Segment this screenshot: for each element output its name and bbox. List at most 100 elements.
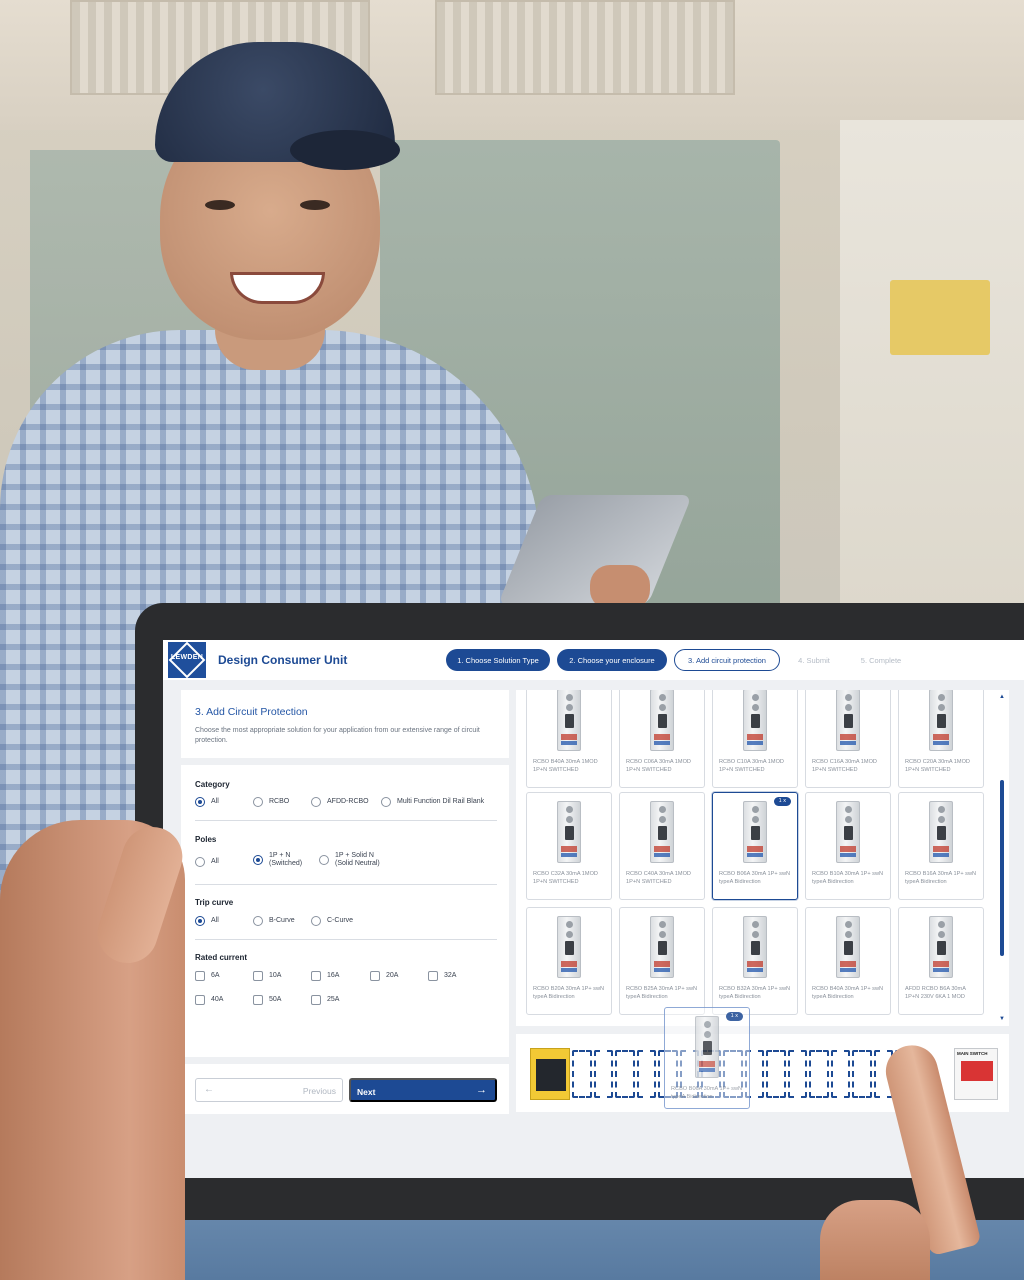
rated-current-32a[interactable]: 32A bbox=[428, 971, 456, 981]
checkbox-icon[interactable] bbox=[253, 971, 263, 981]
product-tile[interactable]: RCBO C06A 30mA 1MOD 1P+N SWITCHED bbox=[619, 690, 705, 788]
screw bbox=[938, 704, 945, 711]
product-tile[interactable]: RCBO C16A 30mA 1MOD 1P+N SWITCHED bbox=[805, 690, 891, 788]
product-tile[interactable]: RCBO B40A 30mA 1P+ swN typeA Bidirection bbox=[805, 907, 891, 1015]
device-face bbox=[536, 1059, 566, 1091]
rated-current-20a[interactable]: 20A bbox=[370, 971, 398, 981]
category-option-multi-function[interactable]: Multi Function Dil Rail Blank bbox=[381, 797, 484, 807]
rated-current-50a[interactable]: 50A bbox=[253, 995, 281, 1005]
product-tile[interactable]: RCBO B40A 30mA 1MOD 1P+N SWITCHED bbox=[526, 690, 612, 788]
trip-curve-option-c[interactable]: C-Curve bbox=[311, 916, 353, 926]
product-tile[interactable]: RCBO C10A 30mA 1MOD 1P+N SWITCHED bbox=[712, 690, 798, 788]
scrollbar-thumb[interactable] bbox=[1000, 780, 1004, 956]
option-label: 32A bbox=[444, 972, 457, 979]
previous-button[interactable]: ← Previous bbox=[195, 1078, 343, 1102]
screw bbox=[845, 931, 852, 938]
next-button[interactable]: Next → bbox=[349, 1078, 497, 1102]
empty-slot[interactable] bbox=[787, 1050, 808, 1098]
poles-option-all[interactable]: All bbox=[195, 857, 219, 867]
empty-slot[interactable] bbox=[636, 1050, 657, 1098]
checkbox-icon[interactable] bbox=[253, 995, 263, 1005]
screw bbox=[845, 921, 852, 928]
radio-selected-icon[interactable] bbox=[195, 916, 205, 926]
rated-current-40a[interactable]: 40A bbox=[195, 995, 223, 1005]
step-choose-enclosure[interactable]: 2. Choose your enclosure bbox=[557, 649, 667, 671]
empty-slot[interactable] bbox=[809, 1050, 829, 1098]
radio-icon[interactable] bbox=[253, 916, 263, 926]
breaker-image bbox=[743, 801, 767, 863]
rating-label bbox=[933, 741, 949, 745]
product-tile[interactable]: RCBO C20A 30mA 1MOD 1P+N SWITCHED bbox=[898, 690, 984, 788]
option-label: 1P + N (Switched) bbox=[269, 852, 302, 868]
category-option-all[interactable]: All bbox=[195, 797, 219, 807]
screw bbox=[938, 694, 945, 701]
radio-icon[interactable] bbox=[311, 797, 321, 807]
rated-current-10a[interactable]: 10A bbox=[253, 971, 281, 981]
product-name: RCBO C20A 30mA 1MOD 1P+N SWITCHED bbox=[905, 759, 970, 773]
product-tile[interactable]: 1 x RCBO B06A 30mA 1P+ swN typeA Bidirect… bbox=[712, 792, 798, 900]
checkbox-icon[interactable] bbox=[428, 971, 438, 981]
product-tile[interactable]: RCBO C40A 30mA 1MOD 1P+N SWITCHED bbox=[619, 792, 705, 900]
option-label: Multi Function Dil Rail Blank bbox=[397, 798, 485, 805]
checkbox-icon[interactable] bbox=[195, 995, 205, 1005]
checkbox-icon[interactable] bbox=[195, 971, 205, 981]
radio-icon[interactable] bbox=[253, 797, 263, 807]
empty-slot[interactable] bbox=[572, 1050, 592, 1098]
screw bbox=[845, 704, 852, 711]
lewden-logo[interactable]: LEWDEN bbox=[168, 641, 206, 679]
step-choose-solution-type[interactable]: 1. Choose Solution Type bbox=[446, 649, 550, 671]
cap-bill bbox=[290, 130, 400, 170]
product-name: RCBO C40A 30mA 1MOD 1P+N SWITCHED bbox=[626, 871, 691, 885]
section-title: 3. Add Circuit Protection bbox=[195, 706, 308, 718]
trip-curve-option-b[interactable]: B-Curve bbox=[253, 916, 295, 926]
option-label: 6A bbox=[211, 972, 220, 979]
empty-slot[interactable] bbox=[830, 1050, 851, 1098]
radio-selected-icon[interactable] bbox=[253, 855, 263, 865]
empty-slot[interactable] bbox=[852, 1050, 872, 1098]
product-tile[interactable]: RCBO B32A 30mA 1P+ swN typeA Bidirection bbox=[712, 907, 798, 1015]
product-name: RCBO B06A 30mA 1P+ swN typeA Bidirection bbox=[719, 871, 791, 885]
product-name: RCBO B16A 30mA 1P+ swN typeA Bidirection bbox=[905, 871, 977, 885]
poles-option-1p-n-switched[interactable]: 1P + N (Switched) bbox=[253, 852, 302, 868]
product-tile[interactable]: RCBO B25A 30mA 1P+ swN typeA Bidirection bbox=[619, 907, 705, 1015]
logo-text: LEWDEN bbox=[170, 654, 204, 661]
radio-selected-icon[interactable] bbox=[195, 797, 205, 807]
breaker-image bbox=[557, 916, 581, 978]
option-label: All bbox=[211, 798, 219, 805]
step-add-circuit-protection[interactable]: 3. Add circuit protection bbox=[674, 649, 780, 671]
rating-label bbox=[933, 968, 949, 972]
option-label: 1P + Solid N (Solid Neutral) bbox=[335, 852, 380, 868]
product-tile[interactable]: RCBO C32A 30mA 1MOD 1P+N SWITCHED bbox=[526, 792, 612, 900]
radio-icon[interactable] bbox=[311, 916, 321, 926]
product-name: RCBO B10A 30mA 1P+ swN typeA Bidirection bbox=[812, 871, 884, 885]
category-label: Category bbox=[195, 780, 230, 789]
checkbox-icon[interactable] bbox=[311, 995, 321, 1005]
toggle bbox=[844, 714, 853, 728]
rated-current-6a[interactable]: 6A bbox=[195, 971, 220, 981]
product-tile[interactable]: RCBO B16A 30mA 1P+ swN typeA Bidirection bbox=[898, 792, 984, 900]
category-option-afdd-rcbo[interactable]: AFDD-RCBO bbox=[311, 797, 369, 807]
product-tile[interactable]: AFDD RCBO B6A 30mA 1P+N 230V 6KA 1 MOD bbox=[898, 907, 984, 1015]
trip-curve-option-all[interactable]: All bbox=[195, 916, 219, 926]
radio-icon[interactable] bbox=[319, 855, 329, 865]
product-tile[interactable]: RCBO B20A 30mA 1P+ swN typeA Bidirection bbox=[526, 907, 612, 1015]
arrow-left-icon: ← bbox=[204, 1084, 214, 1095]
option-label: C-Curve bbox=[327, 917, 354, 924]
scroll-down-icon[interactable]: ▼ bbox=[999, 1016, 1005, 1022]
rated-current-16a[interactable]: 16A bbox=[311, 971, 339, 981]
poles-option-1p-solid-n[interactable]: 1P + Solid N (Solid Neutral) bbox=[319, 852, 380, 868]
empty-slot[interactable] bbox=[615, 1050, 635, 1098]
main-switch-label: MAIN SWITCH bbox=[957, 1051, 988, 1056]
product-tile[interactable]: RCBO B10A 30mA 1P+ swN typeA Bidirection bbox=[805, 792, 891, 900]
radio-icon[interactable] bbox=[381, 797, 391, 807]
toggle bbox=[937, 941, 946, 955]
empty-slot[interactable] bbox=[593, 1050, 614, 1098]
checkbox-icon[interactable] bbox=[311, 971, 321, 981]
dragged-product[interactable]: 1 x RCBO B06A 30mA 1P+ swN typeA Bidirec… bbox=[664, 1007, 750, 1109]
category-option-rcbo[interactable]: RCBO bbox=[253, 797, 289, 807]
rated-current-25a[interactable]: 25A bbox=[311, 995, 339, 1005]
scroll-up-icon[interactable]: ▲ bbox=[999, 694, 1005, 700]
empty-slot[interactable] bbox=[766, 1050, 786, 1098]
checkbox-icon[interactable] bbox=[370, 971, 380, 981]
radio-icon[interactable] bbox=[195, 857, 205, 867]
